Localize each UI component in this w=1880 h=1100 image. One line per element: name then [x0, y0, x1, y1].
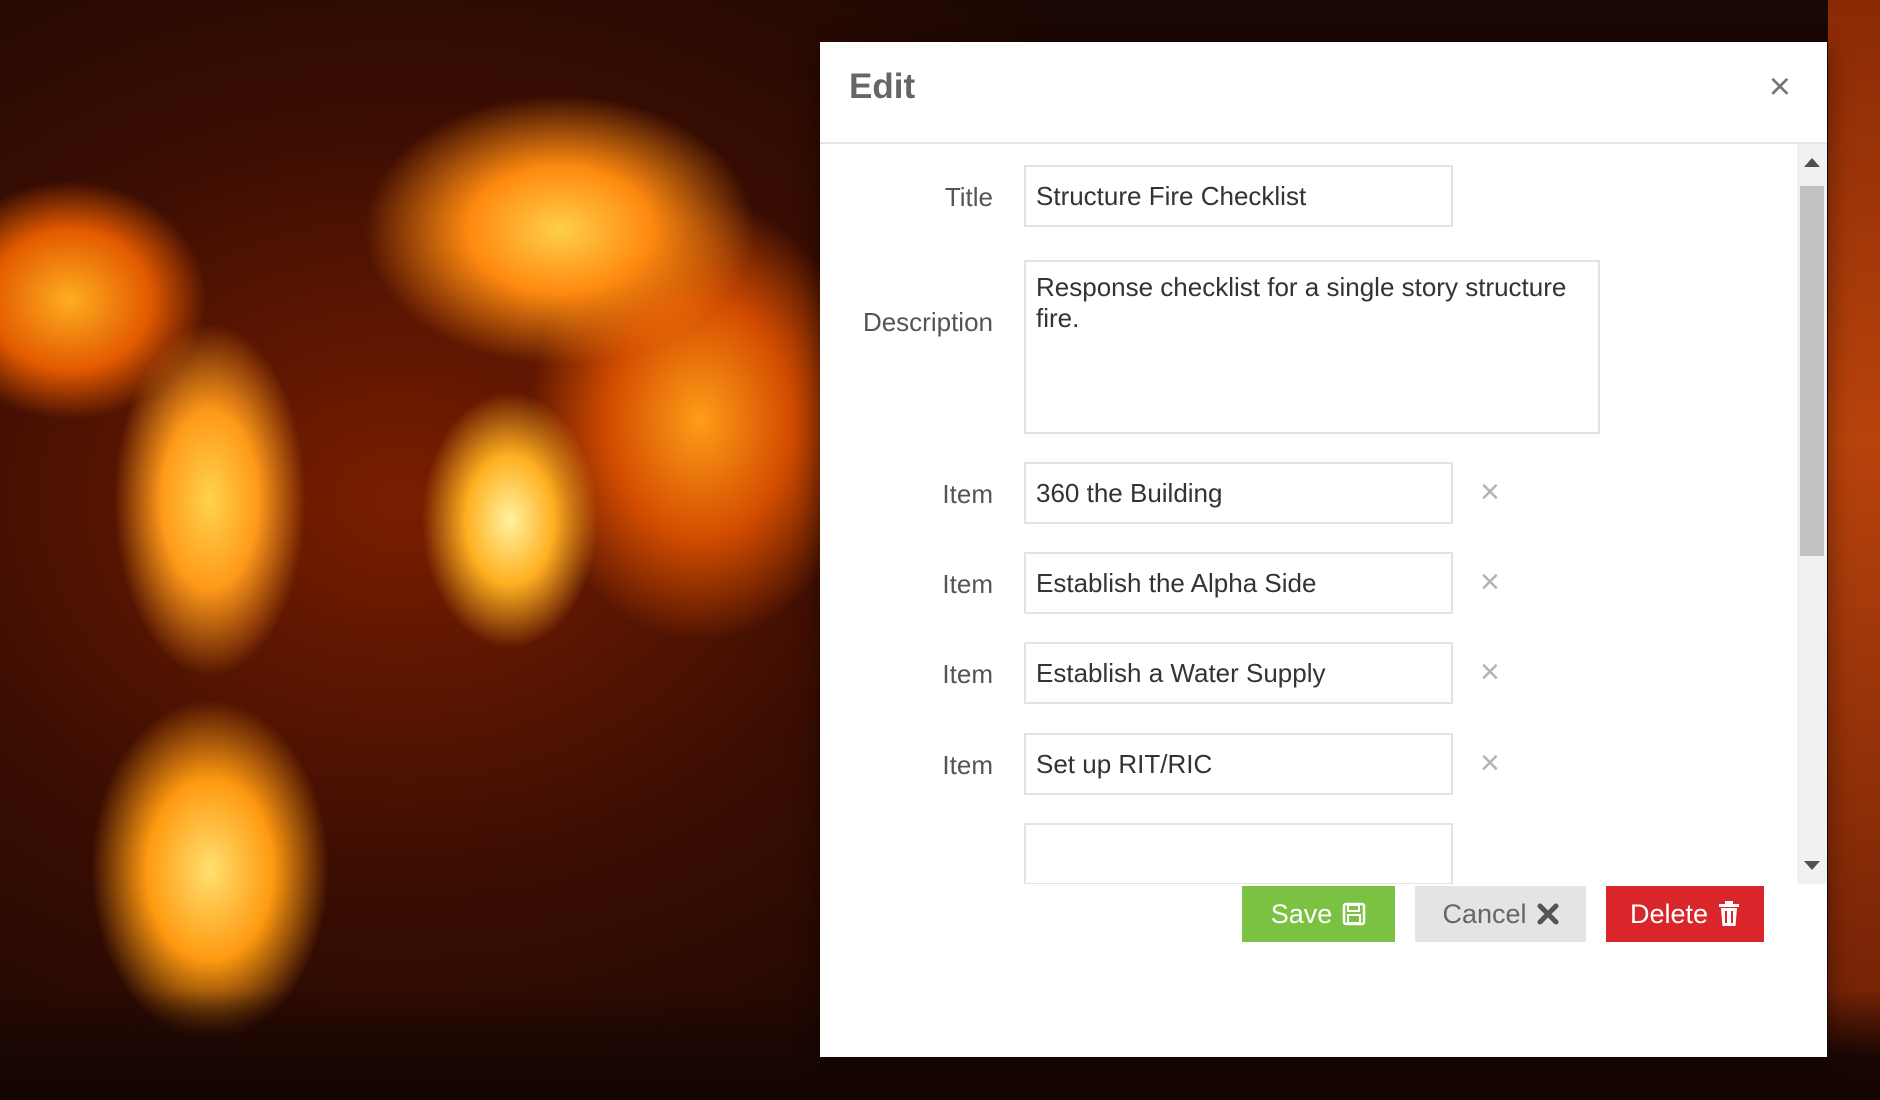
remove-item-icon[interactable]: ×: [1480, 655, 1500, 689]
background-right-edge: [1828, 0, 1880, 1100]
x-mark-icon: [1537, 903, 1559, 925]
scroll-up-arrow-icon[interactable]: [1804, 158, 1820, 167]
cancel-button[interactable]: Cancel: [1415, 886, 1586, 942]
modal-body[interactable]: Title Description Response checklist for…: [820, 144, 1827, 884]
close-icon[interactable]: ×: [1769, 68, 1791, 106]
delete-button[interactable]: Delete: [1606, 886, 1764, 942]
item-input[interactable]: [1024, 642, 1453, 704]
scroll-down-arrow-icon[interactable]: [1804, 861, 1820, 870]
modal-scrollbar[interactable]: [1797, 144, 1827, 884]
item-label: Item: [942, 750, 993, 780]
title-input[interactable]: [1024, 165, 1453, 227]
delete-label: Delete: [1629, 898, 1709, 929]
remove-item-icon[interactable]: ×: [1480, 746, 1500, 780]
remove-item-icon[interactable]: ×: [1480, 475, 1500, 509]
modal-header: Edit ×: [820, 42, 1827, 144]
scroll-thumb[interactable]: [1800, 186, 1824, 556]
edit-modal: Edit × Title Description Response checkl…: [820, 42, 1827, 1057]
modal-title: Edit: [849, 67, 916, 106]
item-input[interactable]: [1024, 733, 1453, 795]
item-label: Item: [942, 569, 993, 599]
background-photo-burning-house: Edit × Title Description Response checkl…: [0, 0, 1880, 1100]
item-label: Item: [942, 479, 993, 509]
save-label: Save: [1270, 898, 1333, 929]
item-input[interactable]: [1024, 823, 1453, 884]
remove-item-icon[interactable]: ×: [1480, 565, 1500, 599]
title-label: Title: [944, 182, 993, 212]
item-input[interactable]: [1024, 552, 1453, 614]
trash-icon: [1718, 901, 1740, 927]
description-textarea[interactable]: Response checklist for a single story st…: [1024, 260, 1600, 434]
cancel-label: Cancel: [1442, 898, 1527, 929]
item-label: Item: [942, 659, 993, 689]
description-label: Description: [862, 307, 993, 337]
item-input[interactable]: [1024, 462, 1453, 524]
floppy-disk-icon: [1342, 902, 1366, 926]
save-button[interactable]: Save: [1242, 886, 1395, 942]
